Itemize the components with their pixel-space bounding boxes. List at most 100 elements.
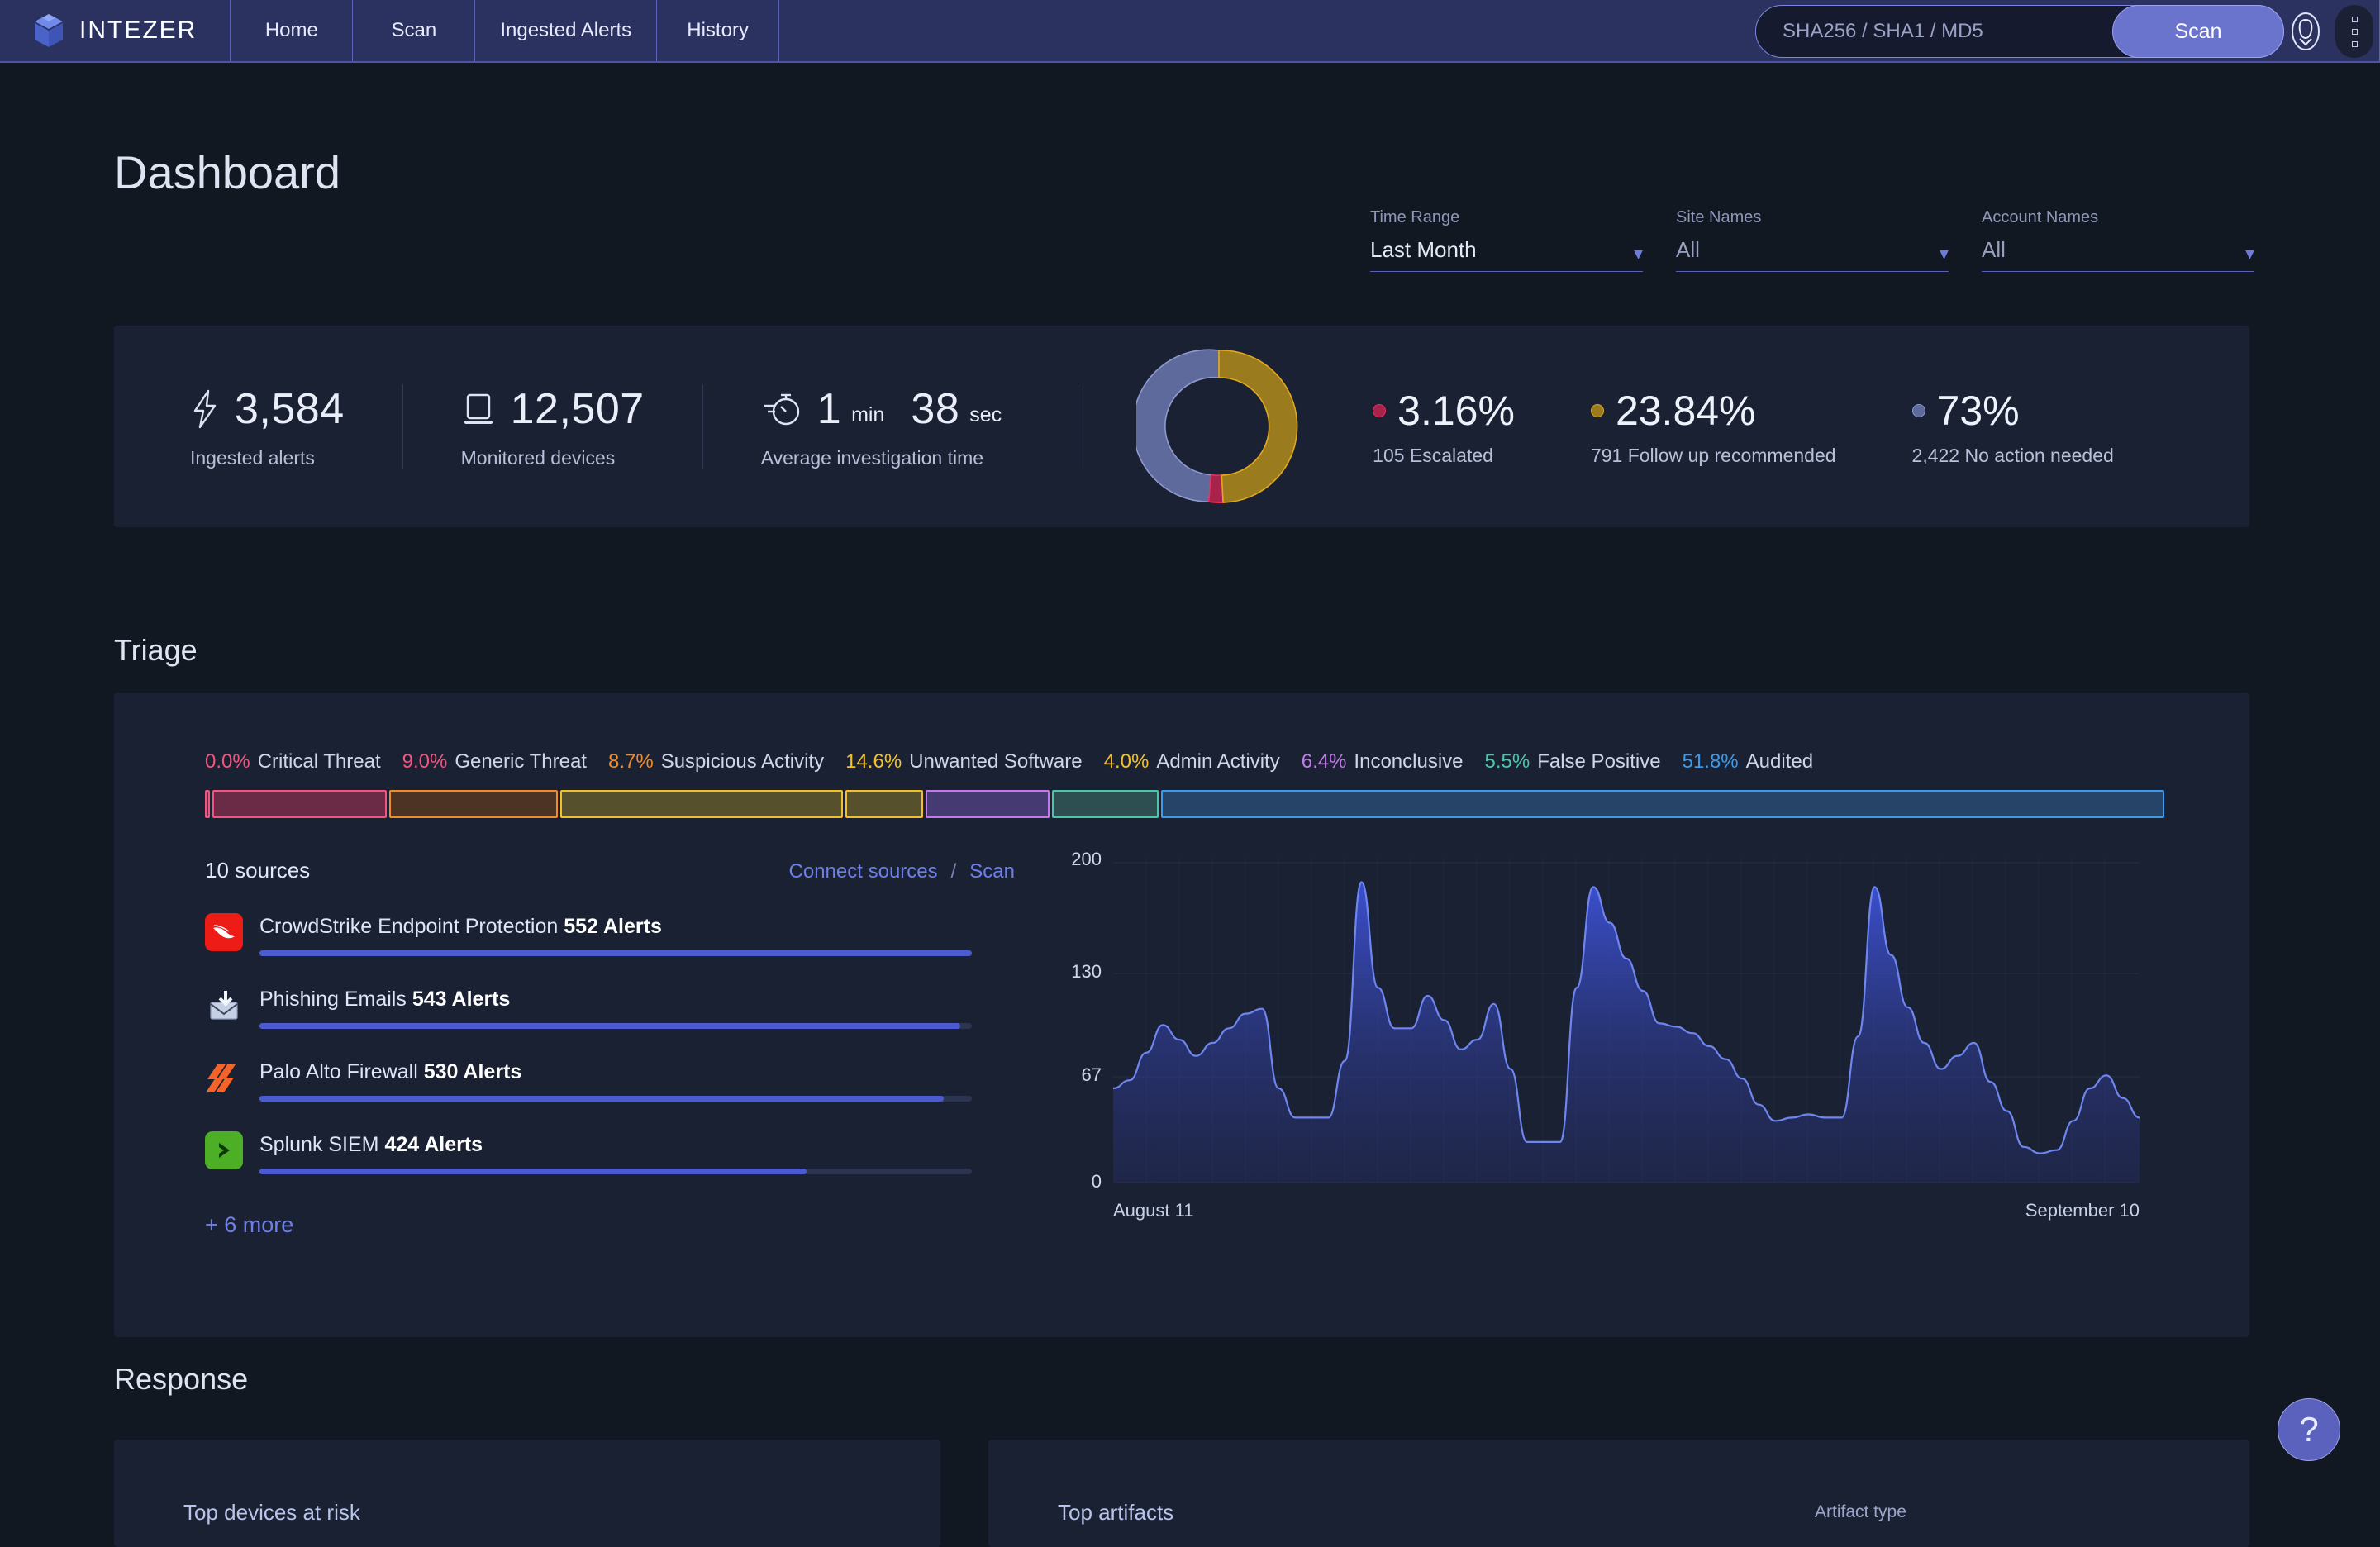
kebab-dot-1 [2351,16,2358,22]
y-tick-200: 200 [1071,849,1102,869]
search-area: SHA256 / SHA1 / MD5 Scan [1755,5,2284,58]
triage-distribution-bar [205,790,2164,818]
triage-segment-unwanted-software[interactable] [560,790,843,818]
source-progress-fill [259,1023,961,1029]
triage-legend-percent: 0.0% [205,750,250,773]
source-row-phishing-emails[interactable]: Phishing Emails 543 Alerts [205,986,1015,1029]
intezer-cube-icon [31,12,66,49]
filter-value: All [1982,237,2006,262]
top-devices-title: Top devices at risk [183,1500,360,1525]
verdict-percent: 23.84% [1615,387,1756,434]
source-progress-track [259,950,972,956]
overflow-menu-button[interactable] [2335,5,2373,58]
kebab-dot-2 [2351,28,2358,35]
triage-segment-admin-activity[interactable] [845,790,923,818]
stat-value: 12,507 [510,384,645,433]
triage-legend-percent: 5.5% [1484,750,1530,773]
sources-header: 10 sources Connect sources / Scan [205,858,1015,883]
triage-legend-percent: 4.0% [1103,750,1150,773]
palo-alto-icon [205,1059,243,1097]
top-artifacts-title: Top artifacts [1058,1500,1174,1525]
triage-legend-percent: 6.4% [1301,750,1347,773]
chart-x-axis: August 11 September 10 [1113,1200,2140,1221]
chevron-down-icon: ▾ [1633,243,1643,264]
connect-sources-link[interactable]: Connect sources [789,860,938,883]
triage-legend-percent: 8.7% [607,750,654,773]
filter-account-names[interactable]: Account Names All ▾ [1982,208,2254,272]
phishing-email-icon [205,986,243,1024]
source-row-splunk[interactable]: Splunk SIEM 424 Alerts [205,1131,1015,1174]
source-alert-count: 530 Alerts [423,1060,522,1083]
section-heading-triage: Triage [114,633,198,667]
sources-scan-link[interactable]: Scan [969,860,1015,883]
stat-value: 3,584 [235,384,345,433]
verdict-sublabel: 105 Escalated [1373,444,1493,466]
source-row-crowdstrike[interactable]: CrowdStrike Endpoint Protection 552 Aler… [205,913,1015,956]
alerts-over-time-chart: 200 130 67 0 August 11 September 10 [1052,849,2168,1246]
triage-legend-percent: 14.6% [845,750,902,773]
triage-legend-name: Generic Threat [455,750,587,773]
triage-legend-item-critical-threat: 0.0% Critical Threat [205,750,381,774]
verdict-donut-area: 3.16% 105 Escalated 23.84% 791 Follow up… [1078,344,2152,509]
filter-label: Time Range [1370,208,1460,226]
user-avatar-icon [2292,12,2320,50]
triage-segment-suspicious-activity[interactable] [389,790,558,818]
chevron-down-icon: ▾ [1939,243,1949,264]
verdict-legend-noaction: 73% 2,422 No action needed [1874,387,2152,467]
triage-legend-name: False Positive [1537,750,1661,773]
nav-item-history[interactable]: History [657,0,780,61]
brand-logo-area[interactable]: INTEZER [0,0,231,61]
triage-legend-percent: 9.0% [402,750,448,773]
top-devices-at-risk-card: Top devices at risk [114,1440,940,1547]
stat-unit-minutes: min [851,402,885,426]
x-axis-start-label: August 11 [1113,1200,1194,1221]
triage-segment-generic-threat[interactable] [212,790,387,818]
verdict-sublabel: 2,422 No action needed [1911,444,2114,466]
user-avatar-button[interactable] [2282,5,2329,58]
triage-legend-name: Admin Activity [1156,750,1280,773]
help-button[interactable]: ? [2278,1398,2340,1461]
verdict-sublabel: 791 Follow up recommended [1590,444,1836,466]
lightning-bolt-icon [190,389,220,429]
triage-legend-item-inconclusive: 6.4% Inconclusive [1302,750,1464,774]
section-heading-response: Response [114,1362,249,1396]
nav-item-scan[interactable]: Scan [353,0,476,61]
triage-segment-critical-threat[interactable] [205,790,210,818]
verdict-percent: 3.16% [1397,387,1515,434]
y-tick-130: 130 [1071,961,1102,982]
verdict-legend-escalated: 3.16% 105 Escalated [1335,387,1553,467]
source-progress-track [259,1023,972,1029]
triage-legend-item-generic-threat: 9.0% Generic Threat [402,750,587,774]
stat-unit-seconds: sec [969,402,1002,426]
legend-dot-icon [1590,403,1604,417]
triage-legend: 0.0% Critical Threat 9.0% Generic Threat… [205,750,1813,774]
filter-site-names[interactable]: Site Names All ▾ [1676,208,1949,272]
triage-legend-name: Inconclusive [1354,750,1464,773]
triage-legend-percent: 51.8% [1682,750,1739,773]
filter-bar: Time Range Last Month ▾ Site Names All ▾… [1370,208,2254,272]
triage-legend-item-false-positive: 5.5% False Positive [1485,750,1661,774]
source-progress-track [259,1096,972,1102]
sources-count: 10 sources [205,858,311,883]
verdict-percent: 73% [1936,387,2020,434]
triage-segment-inconclusive[interactable] [926,790,1050,818]
source-progress-fill [259,1169,807,1174]
stat-value-minutes: 1 [816,384,842,433]
chevron-down-icon: ▾ [2244,243,2254,264]
show-more-sources-link[interactable]: + 6 more [205,1212,1015,1238]
kebab-dot-3 [2351,40,2358,47]
triage-segment-audited[interactable] [1161,790,2164,818]
source-row-palo-alto[interactable]: Palo Alto Firewall 530 Alerts [205,1059,1015,1102]
triage-segment-false-positive[interactable] [1052,790,1159,818]
nav-item-ingested-alerts[interactable]: Ingested Alerts [475,0,658,61]
triage-legend-item-suspicious-activity: 8.7% Suspicious Activity [608,750,824,774]
filter-label: Site Names [1676,208,1762,226]
filter-time-range[interactable]: Time Range Last Month ▾ [1370,208,1643,272]
splunk-icon [205,1131,243,1169]
stat-ingested-alerts: 3,584 Ingested alerts [190,383,403,469]
triage-card: 0.0% Critical Threat 9.0% Generic Threat… [114,693,2249,1337]
source-progress-fill [259,1096,944,1102]
source-name: CrowdStrike Endpoint Protection [259,915,559,938]
scan-button[interactable]: Scan [2112,5,2284,58]
nav-item-home[interactable]: Home [231,0,354,61]
